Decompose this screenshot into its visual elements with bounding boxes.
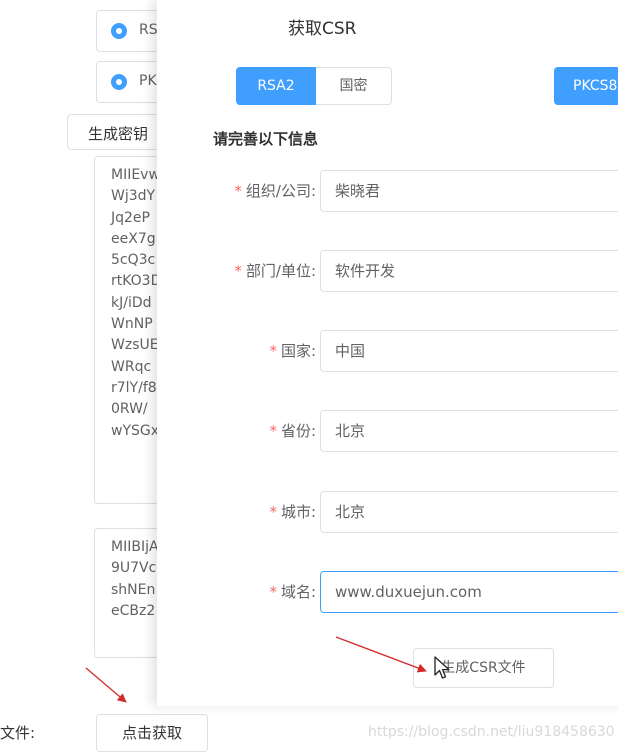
tab-pkcs8[interactable]: PKCS8 [554,67,618,105]
form-label: * 域名: [269,581,316,602]
form-label-text: 城市: [280,503,316,521]
form-label-text: 国家: [280,342,316,360]
form-row-city: * 城市: 北京 [0,491,618,533]
province-input[interactable]: 北京 [320,410,618,452]
edge-label-fragment: : [0,550,1,566]
country-input[interactable]: 中国 [320,330,618,372]
required-mark: * [269,422,277,440]
tab-guomi[interactable]: 国密 [316,67,392,105]
required-mark: * [234,262,242,280]
organization-input[interactable]: 柴晓君 [320,170,618,212]
form-label: * 省份: [269,420,316,441]
file-label: 文件: [0,724,36,742]
mouse-cursor-icon [434,656,450,679]
department-input[interactable]: 软件开发 [320,250,618,292]
form-label: * 城市: [269,501,316,522]
watermark: https://blog.csdn.net/liu918458630 [368,724,615,740]
section-title: 请完善以下信息 [213,130,319,148]
form-label-text: 组织/公司: [245,182,316,200]
form-label: * 国家: [269,340,316,361]
required-mark: * [234,182,242,200]
form-label: * 组织/公司: [234,180,316,201]
form-label-text: 域名: [280,583,316,601]
form-row-province: * 省份: 北京 [0,410,618,452]
form-row-domain: * 域名: www.duxuejun.com [0,571,618,613]
radio-checked-icon [111,74,127,90]
form-row-department: * 部门/单位: 软件开发 [0,250,618,292]
radio-format-label: PK [139,73,157,89]
form-row-country: * 国家: 中国 [0,330,618,372]
required-mark: * [269,503,277,521]
form-row-organization: * 组织/公司: 柴晓君 [0,170,618,212]
radio-algorithm-label: RS [139,22,158,38]
required-mark: * [269,583,277,601]
required-mark: * [269,342,277,360]
edge-label-fragment: : [0,75,1,91]
tab-rsa2[interactable]: RSA2 [236,67,316,105]
domain-input[interactable]: www.duxuejun.com [320,571,618,613]
city-input[interactable]: 北京 [320,491,618,533]
fetch-button[interactable]: 点击获取 [96,714,208,752]
form-label-text: 部门/单位: [245,262,316,280]
edge-label-fragment: : [0,23,1,39]
form-label-text: 省份: [280,422,316,440]
radio-checked-icon [111,23,127,39]
dialog-title: 获取CSR [288,19,357,39]
form-label: * 部门/单位: [234,260,316,281]
